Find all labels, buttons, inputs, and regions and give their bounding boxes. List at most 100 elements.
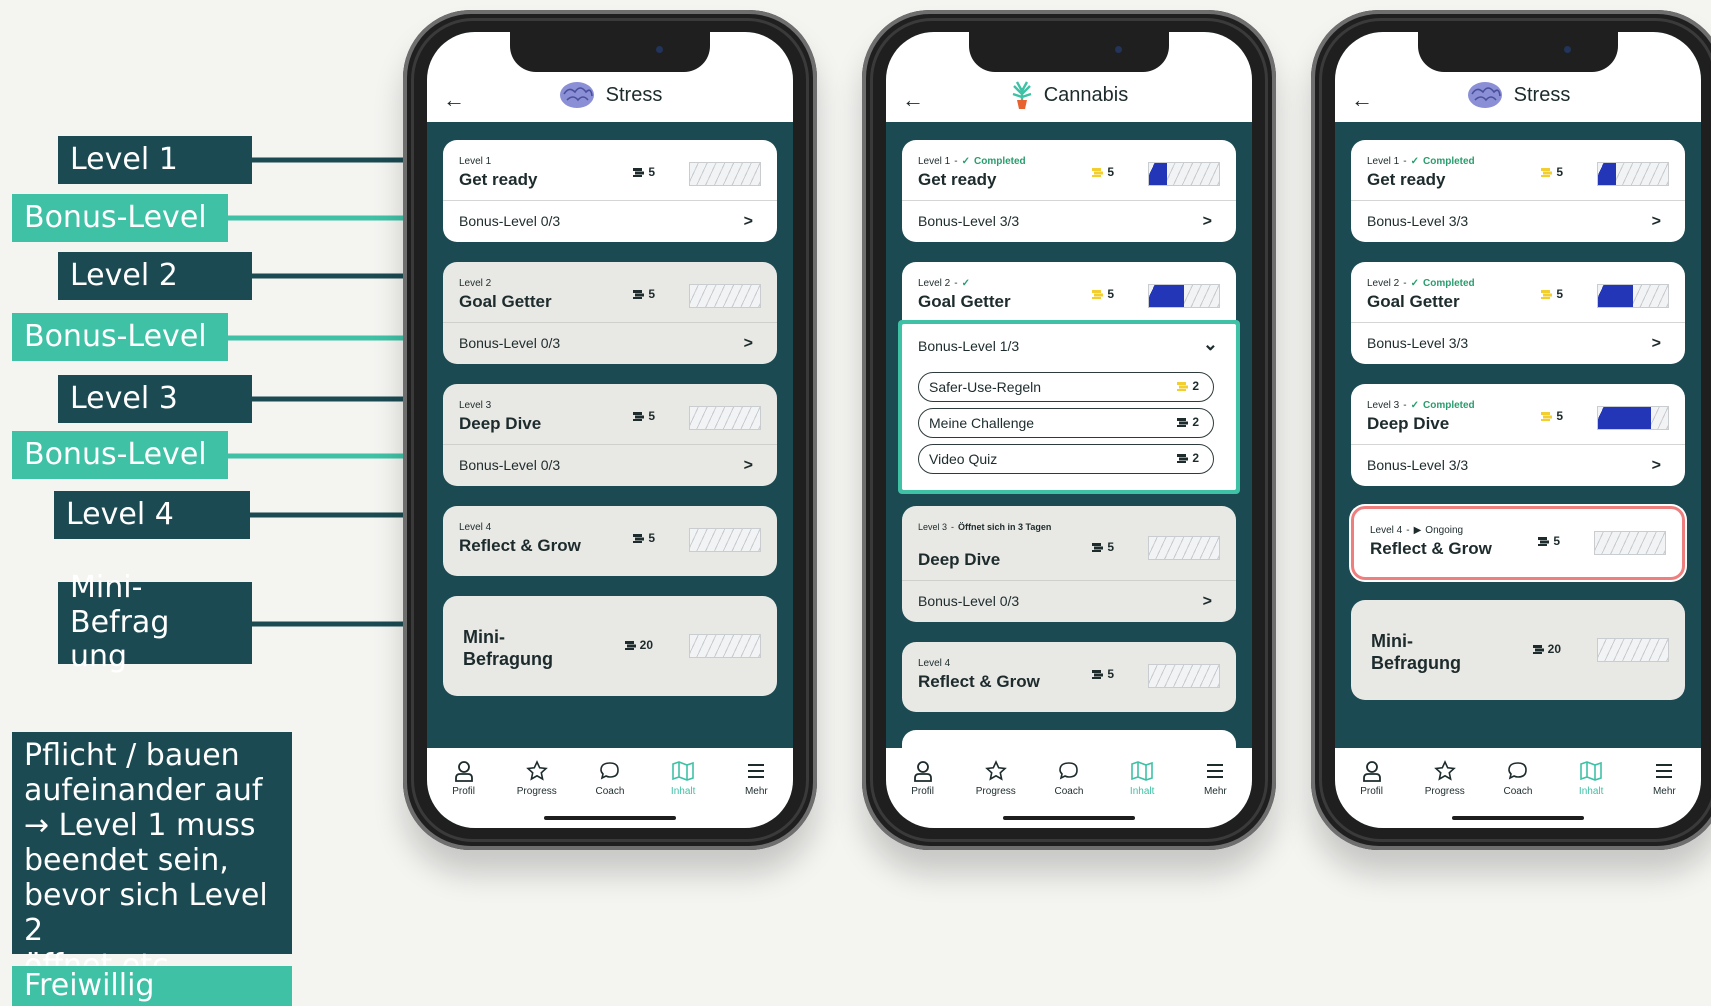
level-card-3[interactable]: Level 3- Öffnet sich in 3 Tagen Deep Dive…: [902, 506, 1236, 622]
level-card-3[interactable]: Level 3 Deep Dive 5 Bonus-Level 0/3 >: [443, 384, 777, 486]
pflicht-line: → Level 1 muss: [24, 808, 256, 843]
coin-count: 5: [1556, 287, 1563, 301]
coins-icon: [1092, 168, 1104, 177]
mini-title-line: Mini-: [463, 627, 505, 647]
check-icon: ✓: [961, 156, 970, 167]
check-icon: ✓: [961, 278, 970, 289]
mini-befragung-card[interactable]: Mini- Befragung 20: [1351, 600, 1685, 700]
label-mini-line2: ung: [70, 639, 128, 675]
nav-label: Inhalt: [670, 786, 696, 797]
level-card-4[interactable]: Level 4 Reflect & Grow 5: [902, 642, 1236, 712]
level-card-1[interactable]: Level 1- ✓ Completed Get ready 5 Bonus-Lev…: [902, 140, 1236, 242]
coin-count: 5: [1107, 165, 1114, 179]
bonus-level-row[interactable]: Bonus-Level 0/3 >: [443, 200, 777, 242]
level-label: Level 2: [918, 278, 951, 289]
bonus-level-label: Bonus-Level 0/3: [459, 457, 561, 473]
nav-label: Profil: [911, 786, 934, 797]
level-progress-bar: [1594, 531, 1666, 555]
phone-screen: ← Stress Level 1 Get ready 5 Bonus-Level…: [427, 32, 793, 828]
level-card-2[interactable]: Level 2- ✓ Completed Goal Getter 5 Bonus-L…: [1351, 262, 1685, 364]
chevron-down-icon[interactable]: ⌄: [1203, 334, 1218, 355]
level-label: Level 1: [459, 156, 492, 167]
level-label: Level 1: [918, 156, 951, 167]
coins-icon: [633, 290, 645, 299]
level-card-1[interactable]: Level 1 Get ready 5 Bonus-Level 0/3 >: [443, 140, 777, 242]
app-header: ← Cannabis: [886, 32, 1252, 122]
page-title: Stress: [1513, 83, 1571, 106]
coin-count: 5: [648, 165, 655, 179]
brain-icon: [1467, 82, 1502, 108]
level-card-4[interactable]: Level 4- ▶ Ongoing Reflect & Grow 5: [1351, 506, 1685, 580]
level-progress-bar: [1597, 162, 1669, 186]
nav-mehr[interactable]: Mehr: [1185, 760, 1245, 828]
label-mini-befragung: Mini-Befrag ung: [58, 571, 252, 674]
nav-label: Inhalt: [1578, 786, 1604, 797]
mini-title-line: Befragung: [1371, 653, 1461, 673]
coins-icon: [1532, 645, 1544, 654]
bonus-level-row[interactable]: Bonus-Level 0/3 >: [443, 322, 777, 364]
mini-befragung-card[interactable]: Mini- Befragung 20: [443, 596, 777, 696]
bonus-level-row[interactable]: Bonus-Level 3/3 >: [1351, 322, 1685, 364]
notch: [1418, 32, 1618, 72]
notch: [510, 32, 710, 72]
nav-label: Profil: [452, 786, 475, 797]
check-icon: ✓: [1410, 278, 1419, 289]
bonus-level-row[interactable]: Bonus-Level 3/3 >: [1351, 200, 1685, 242]
bonus-level-label: Bonus-Level 3/3: [918, 213, 1020, 229]
menu-icon: [1656, 764, 1673, 778]
nav-mehr[interactable]: Mehr: [1634, 760, 1694, 828]
level-card-3[interactable]: Level 3- ✓ Completed Deep Dive 5 Bonus-Lev…: [1351, 384, 1685, 486]
level-card-4[interactable]: Level 4 Reflect & Grow 5: [443, 506, 777, 576]
bonus-level-label: Bonus-Level 3/3: [1367, 335, 1469, 351]
bonus-level-label: Bonus-Level 0/3: [918, 593, 1020, 609]
coins-icon: [1538, 537, 1550, 546]
bonus-level-row[interactable]: Bonus-Level 0/3 >: [443, 444, 777, 486]
bonus-level-row[interactable]: Bonus-Level 3/3 >: [902, 200, 1236, 242]
nav-profil[interactable]: Profil: [1342, 760, 1402, 828]
level-name: Reflect & Grow: [459, 536, 581, 555]
nav-label: Progress: [1424, 786, 1465, 797]
coin-count: 2: [1192, 451, 1199, 465]
level-label: Level 2: [459, 278, 492, 289]
chevron-right-icon: >: [743, 213, 753, 230]
bonus-level-row[interactable]: Bonus-Level 0/3 >: [902, 580, 1236, 622]
nav-profil[interactable]: Profil: [893, 760, 953, 828]
nav-label: Coach: [595, 786, 625, 797]
level-label: Level 3: [459, 400, 492, 411]
nav-profil[interactable]: Profil: [434, 760, 494, 828]
label-level2: Level 2: [58, 252, 252, 300]
level-status: Completed: [973, 156, 1026, 167]
plant-icon: [1012, 81, 1032, 109]
bonus-item-challenge[interactable]: Meine Challenge 2: [918, 408, 1214, 438]
bonus-item-video-quiz[interactable]: Video Quiz 2: [918, 444, 1214, 474]
bonus-level-header[interactable]: Bonus-Level 1/3: [918, 338, 1019, 354]
play-icon: ▶: [1413, 525, 1422, 536]
coins-icon: [1092, 290, 1104, 299]
coin-count: 5: [1107, 287, 1114, 301]
level-card-2[interactable]: Level 2 Goal Getter 5 Bonus-Level 0/3 >: [443, 262, 777, 364]
chat-icon: [1508, 762, 1527, 780]
level-progress-bar: [1148, 664, 1220, 688]
bonus-level-row[interactable]: Bonus-Level 3/3 >: [1351, 444, 1685, 486]
nav-label: Progress: [516, 786, 557, 797]
level-card-1[interactable]: Level 1- ✓ Completed Get ready 5 Bonus-Lev…: [1351, 140, 1685, 242]
level-name: Goal Getter: [1367, 292, 1460, 311]
nav-label: Mehr: [1203, 786, 1227, 797]
level-progress-bar: [689, 406, 761, 430]
level-progress-bar: [1148, 284, 1220, 308]
page-title: Cannabis: [1043, 83, 1129, 106]
level-name: Get ready: [918, 170, 997, 189]
chevron-right-icon: >: [1202, 213, 1212, 230]
level-name: Reflect & Grow: [918, 672, 1040, 691]
nav-mehr[interactable]: Mehr: [726, 760, 786, 828]
coin-count: 2: [1192, 379, 1199, 393]
bonus-level-label: Bonus-Level 0/3: [459, 335, 561, 351]
chat-icon: [1059, 762, 1078, 780]
level-label: Level 3: [1367, 400, 1400, 411]
page-title: Stress: [605, 83, 663, 106]
level-name: Get ready: [1367, 170, 1446, 189]
app-header: ← Stress: [1335, 32, 1701, 122]
mini-progress-bar: [689, 634, 761, 658]
phone-cannabis: ← Cannabis Level 1- ✓ Completed Get ready …: [862, 10, 1276, 850]
bonus-item-safer-use[interactable]: Safer-Use-Regeln 2: [918, 372, 1214, 402]
